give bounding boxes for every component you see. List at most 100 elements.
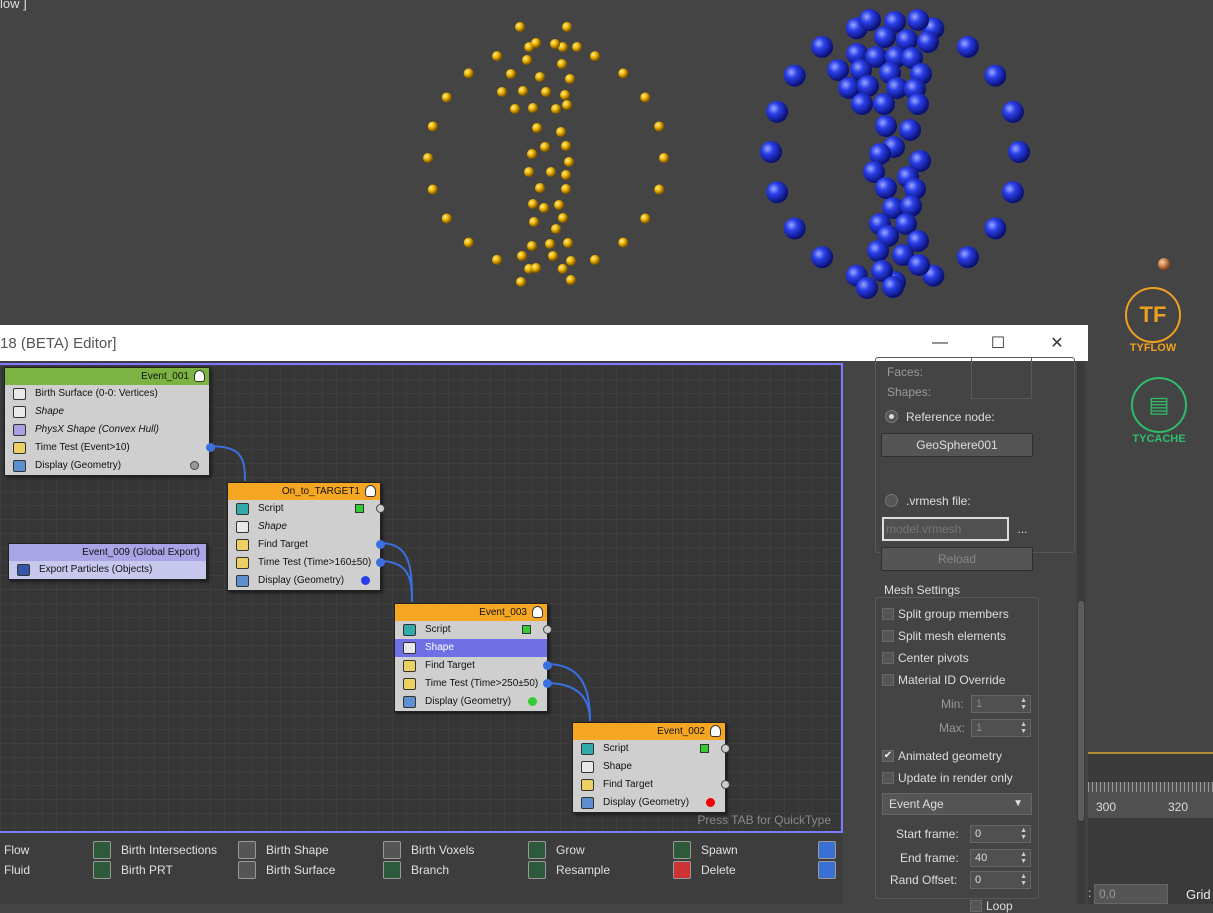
bulb-icon[interactable]	[365, 485, 376, 497]
min-label: Min:	[941, 697, 964, 711]
operator-find-target[interactable]: Find Target	[395, 657, 552, 675]
min-spinner[interactable]: 1 ▲ ▼	[971, 695, 1031, 713]
depot-birth-intersections[interactable]: Birth Intersections	[93, 841, 217, 859]
end-frame-spinner[interactable]: 40 ▲ ▼	[970, 849, 1031, 867]
depot-birth-surface[interactable]: Birth Surface	[238, 861, 335, 879]
display-color-swatch[interactable]	[706, 798, 715, 807]
coord-field[interactable]: 0,0	[1094, 884, 1168, 904]
output-port[interactable]	[543, 661, 552, 670]
operator-birth-surface[interactable]: Birth Surface (0-0: Vertices)	[5, 385, 209, 403]
browse-button[interactable]: ...	[1012, 517, 1033, 541]
spinner-arrows-icon[interactable]: ▲ ▼	[1020, 827, 1027, 841]
vrmesh-path-input[interactable]	[882, 517, 1009, 541]
depot-spawn[interactable]: Spawn	[673, 841, 738, 859]
operator-script[interactable]: Script	[228, 500, 385, 518]
spinner-arrows-icon[interactable]: ▲ ▼	[1020, 697, 1027, 711]
start-frame-spinner[interactable]: 0 ▲ ▼	[970, 825, 1031, 843]
operator-physx-shape[interactable]: PhysX Shape (Convex Hull)	[5, 421, 209, 439]
output-port[interactable]	[721, 744, 730, 753]
bulb-icon[interactable]	[194, 370, 205, 382]
vrmesh-radio[interactable]	[885, 494, 898, 507]
node-event-002[interactable]: Event_002 Script Shape Find Target Displ…	[572, 722, 730, 813]
bulb-icon[interactable]	[710, 725, 721, 737]
node-on-to-target1[interactable]: On_to_TARGET1 Script Shape Find Target T…	[227, 482, 385, 591]
tyflow-logo[interactable]: TF	[1125, 287, 1181, 343]
shapes-list[interactable]	[971, 357, 1032, 399]
depot-branch[interactable]: Branch	[383, 861, 449, 879]
output-port[interactable]	[206, 443, 215, 452]
reload-button[interactable]: Reload	[881, 547, 1033, 571]
depot-resample[interactable]: Resample	[528, 861, 610, 879]
reference-node-radio[interactable]	[885, 410, 898, 423]
operator-display[interactable]: Display (Geometry)	[573, 794, 725, 812]
display-color-swatch[interactable]	[361, 576, 370, 585]
center-pivots-checkbox[interactable]	[882, 652, 894, 664]
operator-display[interactable]: Display (Geometry)	[228, 572, 380, 590]
loop-checkbox[interactable]	[970, 900, 982, 912]
output-port[interactable]	[721, 780, 730, 789]
time-ruler[interactable]: 300 320	[1088, 782, 1213, 818]
operator-script[interactable]: Script	[395, 621, 552, 639]
depot-more-1[interactable]	[818, 841, 836, 859]
ruler-tick	[1092, 782, 1093, 792]
display-color-swatch[interactable]	[190, 461, 199, 470]
spinner-arrows-icon[interactable]: ▲ ▼	[1020, 873, 1027, 887]
tycache-logo[interactable]: ▤	[1131, 377, 1187, 433]
node-event-009[interactable]: Event_009 (Global Export) Export Particl…	[8, 543, 207, 580]
operator-export-particles[interactable]: Export Particles (Objects)	[9, 561, 206, 579]
depot-grow[interactable]: Grow	[528, 841, 585, 859]
age-mode-dropdown[interactable]: Event Age ▼	[882, 793, 1032, 815]
title-bar[interactable]: 18 (BETA) Editor] — ☐ ✕	[0, 325, 1088, 361]
spinner-arrows-icon[interactable]: ▲ ▼	[1020, 851, 1027, 865]
operator-shape[interactable]: Shape	[395, 639, 547, 657]
split-mesh-checkbox[interactable]	[882, 630, 894, 642]
flow-graph-canvas[interactable]: Event_001 Birth Surface (0-0: Vertices) …	[0, 363, 843, 833]
operator-find-target[interactable]: Find Target	[228, 536, 385, 554]
spinner-arrows-icon[interactable]: ▲ ▼	[1020, 721, 1027, 735]
depot-birth-voxels[interactable]: Birth Voxels	[383, 841, 474, 859]
operator-script[interactable]: Script	[573, 740, 730, 758]
close-button[interactable]: ✕	[1034, 325, 1080, 361]
minimize-button[interactable]: —	[917, 325, 963, 361]
split-group-checkbox[interactable]	[882, 608, 894, 620]
node-header[interactable]: On_to_TARGET1	[228, 483, 380, 500]
depot-birth-shape[interactable]: Birth Shape	[238, 841, 329, 859]
operator-time-test[interactable]: Time Test (Time>250±50)	[395, 675, 552, 693]
depot-flow[interactable]: Flow	[0, 841, 29, 859]
output-port[interactable]	[543, 625, 552, 634]
output-port[interactable]	[376, 540, 385, 549]
display-color-swatch[interactable]	[528, 697, 537, 706]
operator-shape[interactable]: Shape	[573, 758, 725, 776]
update-render-checkbox[interactable]	[882, 772, 894, 784]
operator-shape[interactable]: Shape	[228, 518, 380, 536]
animated-geometry-checkbox[interactable]: ✔	[882, 750, 894, 762]
output-port[interactable]	[376, 504, 385, 513]
node-header[interactable]: Event_002	[573, 723, 725, 740]
timeline[interactable]	[1088, 752, 1213, 904]
depot-birth-prt[interactable]: Birth PRT	[93, 861, 173, 879]
rand-offset-spinner[interactable]: 0 ▲ ▼	[970, 871, 1031, 889]
operator-shape[interactable]: Shape	[5, 403, 209, 421]
bulb-icon[interactable]	[532, 606, 543, 618]
reference-node-button[interactable]: GeoSphere001	[881, 433, 1033, 457]
maximize-button[interactable]: ☐	[975, 325, 1021, 361]
max-spinner[interactable]: 1 ▲ ▼	[971, 719, 1031, 737]
operator-display[interactable]: Display (Geometry)	[395, 693, 547, 711]
node-event-001[interactable]: Event_001 Birth Surface (0-0: Vertices) …	[4, 367, 215, 476]
node-header[interactable]: Event_001	[5, 368, 209, 385]
operator-display[interactable]: Display (Geometry)	[5, 457, 209, 475]
panel-scroll-thumb[interactable]	[1078, 601, 1084, 821]
output-port[interactable]	[543, 679, 552, 688]
output-port[interactable]	[376, 558, 385, 567]
depot-fluid[interactable]: Fluid	[0, 861, 30, 879]
operator-time-test[interactable]: Time Test (Time>160±50)	[228, 554, 385, 572]
node-event-003[interactable]: Event_003 Script Shape Find Target Time …	[394, 603, 552, 712]
particle	[562, 22, 572, 32]
node-header[interactable]: Event_003	[395, 604, 547, 621]
material-override-checkbox[interactable]	[882, 674, 894, 686]
operator-find-target[interactable]: Find Target	[573, 776, 730, 794]
depot-more-2[interactable]	[818, 861, 836, 879]
operator-time-test[interactable]: Time Test (Event>10)	[5, 439, 215, 457]
depot-delete[interactable]: Delete	[673, 861, 736, 879]
node-header[interactable]: Event_009 (Global Export)	[9, 544, 206, 561]
